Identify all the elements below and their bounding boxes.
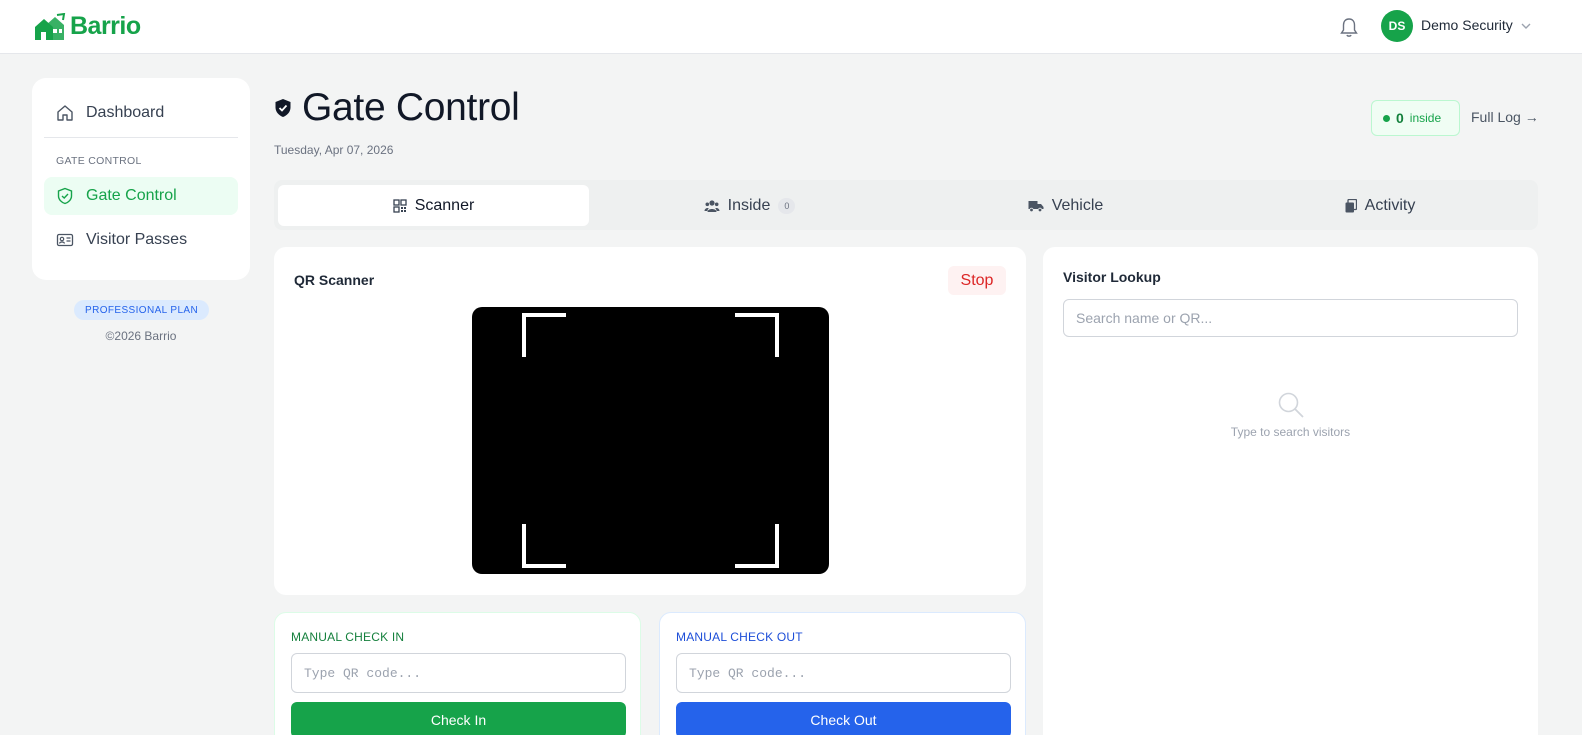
user-name[interactable]: Demo Security — [1421, 17, 1513, 33]
sidebar-item-label: Dashboard — [86, 104, 165, 121]
tab-label: Activity — [1364, 196, 1416, 214]
manual-check-in-title: MANUAL CHECK IN — [291, 630, 405, 644]
check-out-qr-input[interactable] — [676, 653, 1011, 693]
check-in-qr-input[interactable] — [291, 653, 626, 693]
id-card-icon — [56, 231, 74, 249]
inside-count-badge: 0 inside — [1371, 100, 1460, 136]
user-avatar[interactable]: DS — [1381, 10, 1413, 42]
status-dot — [1383, 114, 1390, 122]
truck-icon — [1028, 199, 1044, 213]
users-icon — [704, 199, 720, 213]
sidebar-divider — [44, 137, 238, 138]
inside-count: 0 — [1396, 110, 1404, 126]
qr-scanner-title: QR Scanner — [294, 272, 375, 288]
qr-icon — [393, 198, 407, 213]
tab-activity[interactable]: Activity — [1226, 185, 1534, 226]
shield-check-icon — [274, 98, 292, 118]
sidebar-item-dashboard[interactable]: Dashboard — [44, 94, 238, 132]
viewfinder-corner — [735, 524, 779, 568]
chevron-down-icon[interactable] — [1519, 19, 1533, 33]
sidebar-item-label: Gate Control — [86, 187, 177, 204]
viewfinder-corner — [522, 524, 566, 568]
copyright: ©2026 Barrio — [105, 329, 177, 343]
tab-scanner[interactable]: Scanner — [278, 185, 589, 226]
tab-label: Inside — [727, 196, 771, 214]
sidebar-section-label: GATE CONTROL — [56, 155, 142, 167]
page-header: Gate Control — [274, 86, 520, 130]
viewfinder-corner — [735, 313, 779, 357]
page-title: Gate Control — [302, 86, 520, 129]
tab-vehicle[interactable]: Vehicle — [910, 185, 1221, 226]
sidebar-item-visitor-passes[interactable]: Visitor Passes — [44, 221, 238, 259]
clipboard-icon — [1345, 198, 1357, 213]
stop-button[interactable]: Stop — [948, 266, 1006, 295]
visitor-lookup-title: Visitor Lookup — [1063, 269, 1161, 285]
full-log-link[interactable]: Full Log → — [1471, 109, 1539, 125]
sidebar-item-label: Visitor Passes — [86, 231, 188, 248]
tab-bar: Scanner Inside 0 Vehicle Activity — [274, 180, 1538, 230]
tab-label: Vehicle — [1051, 196, 1104, 214]
visitor-lookup-card: Visitor Lookup Type to search visitors — [1043, 247, 1538, 735]
home-icon — [56, 104, 74, 122]
viewfinder-corner — [522, 313, 566, 357]
visitor-search-input[interactable] — [1063, 299, 1518, 337]
top-bar: Barrio DS Demo Security — [0, 0, 1582, 54]
manual-check-out-title: MANUAL CHECK OUT — [676, 630, 803, 644]
qr-scanner-card: QR Scanner Stop — [274, 247, 1026, 595]
shield-check-icon — [56, 187, 74, 205]
check-in-button[interactable]: Check In — [291, 702, 626, 735]
camera-viewfinder — [472, 307, 829, 574]
app-name: Barrio — [70, 12, 141, 40]
sidebar-item-gate-control[interactable]: Gate Control — [44, 177, 238, 215]
plan-badge: PROFESSIONAL PLAN — [74, 300, 210, 320]
tab-label: Scanner — [414, 196, 475, 214]
manual-check-out-card: MANUAL CHECK OUT Check Out — [659, 612, 1026, 735]
app-logo[interactable]: Barrio — [33, 12, 141, 41]
check-out-button[interactable]: Check Out — [676, 702, 1011, 735]
bell-icon[interactable] — [1339, 16, 1359, 38]
house-logo-icon — [33, 12, 67, 41]
sidebar: Dashboard GATE CONTROL Gate Control Visi… — [32, 78, 250, 280]
search-icon — [1276, 390, 1306, 420]
inside-label: inside — [1409, 111, 1442, 125]
page-date: Tuesday, Apr 07, 2026 — [274, 143, 394, 157]
manual-check-in-card: MANUAL CHECK IN Check In — [274, 612, 641, 735]
tab-inside[interactable]: Inside 0 — [594, 185, 905, 226]
tab-count-badge: 0 — [778, 197, 796, 214]
empty-state-text: Type to search visitors — [1230, 425, 1351, 439]
